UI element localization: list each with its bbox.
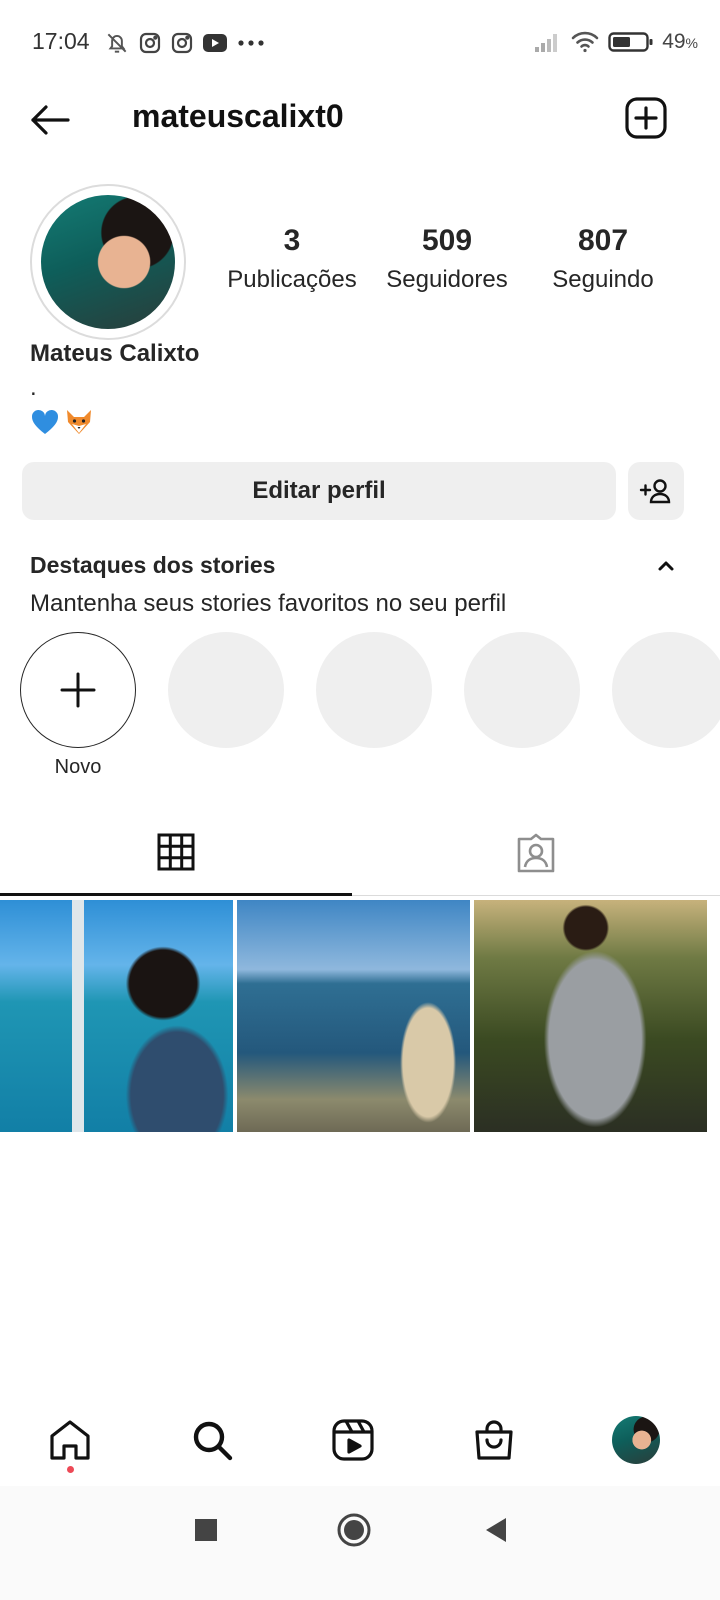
profile-header: mateuscalixt0 bbox=[0, 88, 720, 152]
stat-posts-label: Publicações bbox=[227, 266, 357, 293]
nav-search[interactable] bbox=[186, 1414, 238, 1466]
signal-icon bbox=[535, 34, 558, 52]
home-notification-dot bbox=[67, 1466, 74, 1473]
profile-tabs bbox=[0, 810, 720, 896]
battery-icon bbox=[608, 32, 653, 52]
grid-icon bbox=[157, 833, 195, 870]
stat-posts-count: 3 bbox=[283, 224, 301, 257]
posts-grid bbox=[0, 900, 720, 1132]
highlight-placeholder bbox=[464, 632, 580, 748]
highlights-subtitle: Mantenha seus stories favoritos no seu p… bbox=[30, 590, 507, 617]
highlights-title: Destaques dos stories bbox=[30, 552, 276, 578]
wifi-icon bbox=[571, 31, 599, 53]
blue-heart-icon bbox=[31, 409, 59, 434]
username-title: mateuscalixt0 bbox=[132, 98, 344, 134]
highlight-placeholder bbox=[168, 632, 284, 748]
add-person-icon bbox=[639, 479, 671, 504]
profile-avatar bbox=[41, 195, 175, 329]
circle-icon bbox=[337, 1513, 371, 1547]
triangle-back-icon bbox=[486, 1518, 506, 1542]
instagram-icon bbox=[139, 32, 161, 54]
stat-following-label: Seguindo bbox=[552, 266, 654, 293]
stat-following-count: 807 bbox=[577, 224, 629, 257]
battery-percent: 49% bbox=[662, 30, 698, 53]
plus-icon bbox=[60, 672, 96, 708]
search-icon bbox=[193, 1421, 233, 1461]
tab-tagged[interactable] bbox=[352, 810, 720, 896]
stat-followers-label: Seguidores bbox=[386, 266, 508, 293]
stat-followers[interactable]: 509 Seguidores bbox=[367, 224, 527, 294]
edit-profile-button[interactable]: Editar perfil bbox=[22, 462, 616, 520]
bottom-nav bbox=[0, 1400, 720, 1482]
stat-following[interactable]: 807 Seguindo bbox=[523, 224, 683, 294]
home-system-button[interactable] bbox=[332, 1508, 376, 1552]
new-post-button[interactable] bbox=[624, 96, 672, 144]
arrow-left-icon bbox=[31, 105, 70, 135]
home-icon bbox=[50, 1420, 90, 1460]
nav-profile-avatar[interactable] bbox=[612, 1416, 660, 1464]
tagged-icon bbox=[517, 833, 555, 873]
recents-button[interactable] bbox=[184, 1508, 228, 1552]
highlight-placeholder bbox=[316, 632, 432, 748]
back-button[interactable] bbox=[26, 98, 74, 142]
square-icon bbox=[195, 1519, 217, 1541]
discover-people-button[interactable] bbox=[628, 462, 684, 520]
bell-muted-icon bbox=[107, 33, 127, 53]
back-system-button[interactable] bbox=[474, 1508, 518, 1552]
chevron-up-icon bbox=[658, 561, 674, 571]
new-highlight-button[interactable] bbox=[20, 632, 136, 748]
instagram-icon bbox=[171, 32, 193, 54]
stat-followers-count: 509 bbox=[421, 224, 473, 257]
shop-icon bbox=[475, 1420, 513, 1460]
full-name: Mateus Calixto bbox=[30, 340, 200, 367]
nav-reels[interactable] bbox=[327, 1414, 379, 1466]
profile-stats: 3 Publicações 509 Seguidores 807 Seguind… bbox=[212, 224, 682, 308]
post-thumbnail[interactable] bbox=[474, 900, 707, 1132]
post-thumbnail[interactable] bbox=[237, 900, 470, 1132]
tab-posts-grid[interactable] bbox=[0, 810, 352, 896]
notification-icons bbox=[104, 28, 266, 58]
nav-home[interactable] bbox=[44, 1414, 96, 1466]
reels-icon bbox=[332, 1419, 374, 1461]
status-bar: 17:04 49% bbox=[0, 0, 720, 84]
highlight-placeholder bbox=[612, 632, 720, 748]
fox-icon bbox=[67, 410, 91, 434]
profile-avatar-ring[interactable] bbox=[30, 184, 186, 340]
more-dots-icon bbox=[238, 40, 264, 46]
nav-shop[interactable] bbox=[468, 1414, 520, 1466]
system-icons: 49% bbox=[534, 26, 698, 58]
bio-emojis bbox=[30, 408, 94, 436]
status-time: 17:04 bbox=[32, 28, 90, 54]
plus-square-icon bbox=[625, 97, 667, 139]
bio-text: . bbox=[30, 374, 37, 401]
highlights-toggle[interactable] bbox=[652, 554, 680, 578]
stat-posts[interactable]: 3 Publicações bbox=[212, 224, 372, 294]
system-nav-bar bbox=[0, 1486, 720, 1600]
youtube-icon bbox=[203, 34, 227, 52]
post-thumbnail[interactable] bbox=[0, 900, 233, 1132]
new-highlight-label: Novo bbox=[54, 756, 102, 778]
